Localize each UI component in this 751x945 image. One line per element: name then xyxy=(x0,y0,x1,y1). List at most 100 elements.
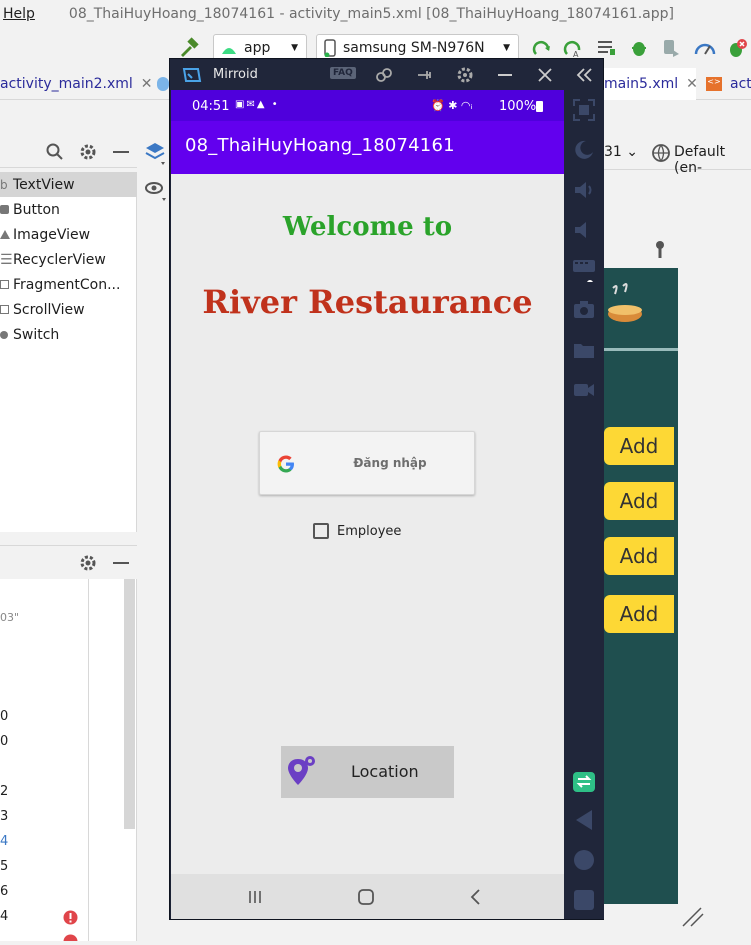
back-icon[interactable] xyxy=(469,888,483,906)
fullscreen-icon[interactable] xyxy=(572,98,596,122)
tab-activity-main5[interactable]: main5.xml ✕ xyxy=(604,68,698,100)
imageview-icon xyxy=(0,227,12,243)
build-hammer-icon[interactable] xyxy=(178,37,200,59)
palette-item-button[interactable]: Button xyxy=(0,197,137,222)
screenshot-camera-icon[interactable] xyxy=(572,298,596,322)
gear-icon[interactable] xyxy=(79,143,97,161)
android-home-icon[interactable] xyxy=(572,848,596,872)
device-label: samsung SM-N976N xyxy=(343,40,485,56)
debug-bug-icon[interactable] xyxy=(629,37,649,59)
palette-item-label: RecyclerView xyxy=(13,251,106,268)
run-config-label: app xyxy=(244,40,271,56)
tab-activity-main2[interactable]: activity_main2.xml ✕ xyxy=(0,68,153,100)
tab-activity[interactable]: <> act xyxy=(706,68,751,100)
locale-select[interactable]: Default (en- xyxy=(674,144,751,176)
android-icon xyxy=(222,48,236,54)
record-video-icon[interactable] xyxy=(572,378,596,402)
battery-icon xyxy=(536,101,543,112)
logcat-list-icon[interactable] xyxy=(597,39,617,57)
faq-button[interactable]: FAQ xyxy=(330,67,356,79)
attach-debugger-icon[interactable] xyxy=(661,38,681,58)
keyboard-icon[interactable] xyxy=(572,258,596,282)
gutter-number: 4 xyxy=(0,909,9,924)
scrollview-icon xyxy=(0,302,12,318)
gutter-number: 0 xyxy=(0,709,9,724)
phone-nav-bar xyxy=(171,874,564,919)
tab-hidden[interactable] xyxy=(157,68,169,100)
add-button-label: Add xyxy=(619,489,659,513)
gear-icon[interactable] xyxy=(79,554,97,572)
pin-icon[interactable] xyxy=(415,66,433,84)
link-icon[interactable] xyxy=(375,66,393,84)
resize-handle-icon[interactable] xyxy=(681,906,705,928)
palette-item-scrollview[interactable]: ScrollView xyxy=(0,297,137,322)
gutter-number: 6 xyxy=(0,884,9,899)
file-transfer-icon[interactable] xyxy=(572,768,596,792)
preview-divider xyxy=(604,348,678,351)
mirroid-logo-icon xyxy=(182,68,202,82)
palette-item-imageview[interactable]: ImageView xyxy=(0,222,137,247)
minimize-icon[interactable] xyxy=(113,562,129,564)
fragment-icon xyxy=(0,277,12,293)
add-button[interactable]: Add xyxy=(604,482,674,520)
palette-item-label: Switch xyxy=(13,326,60,343)
close-icon[interactable]: ✕ xyxy=(686,76,698,92)
palette-item-fragment[interactable]: FragmentCon... xyxy=(0,272,137,297)
menu-help[interactable]: Help xyxy=(3,6,35,22)
api-level-select[interactable]: 31 ⌄ xyxy=(604,144,638,160)
add-button[interactable]: Add xyxy=(604,595,674,633)
ide-title-bar: Help 08_ThaiHuyHoang_18074161 - activity… xyxy=(0,0,751,28)
palette-header xyxy=(0,136,137,168)
wrench-icon[interactable] xyxy=(652,240,668,260)
minimize-icon[interactable] xyxy=(113,151,129,153)
employee-checkbox[interactable]: Employee xyxy=(313,521,401,541)
switch-icon xyxy=(0,327,12,343)
stop-app-icon[interactable] xyxy=(726,37,748,59)
location-button[interactable]: Location xyxy=(281,746,454,798)
apply-changes-icon[interactable] xyxy=(532,38,552,58)
palette-item-switch[interactable]: Switch xyxy=(0,322,137,347)
volume-up-icon[interactable] xyxy=(572,178,596,202)
tree-scrollbar[interactable] xyxy=(124,579,135,829)
checkbox-box[interactable] xyxy=(313,523,329,539)
settings-gear-icon[interactable] xyxy=(456,66,474,84)
add-button-label: Add xyxy=(619,434,659,458)
sleep-moon-icon[interactable] xyxy=(572,138,596,162)
profiler-gauge-icon[interactable] xyxy=(694,38,716,58)
close-icon[interactable] xyxy=(537,67,553,83)
eye-visibility-icon[interactable] xyxy=(144,180,170,202)
mirroid-title: Mirroid xyxy=(213,67,258,82)
home-icon[interactable] xyxy=(357,888,375,906)
volume-down-icon[interactable] xyxy=(572,218,596,242)
minimize-icon[interactable] xyxy=(498,74,512,76)
add-button[interactable]: Add xyxy=(604,427,674,465)
palette-item-label: FragmentCon... xyxy=(13,276,121,293)
error-icon[interactable] xyxy=(63,934,78,941)
tab-label: act xyxy=(730,76,751,92)
google-signin-label: Đăng nhập xyxy=(353,456,427,470)
notification-icons: ▣✉▲ • xyxy=(235,99,280,110)
palette-item-textview[interactable]: b TextView xyxy=(0,172,137,197)
android-back-icon[interactable] xyxy=(572,808,596,832)
svg-text:A: A xyxy=(573,50,579,58)
palette-item-label: Button xyxy=(13,201,60,218)
file-icon xyxy=(157,77,169,91)
add-button-label: Add xyxy=(619,602,659,626)
collapse-sidebar-icon[interactable] xyxy=(575,67,593,83)
folder-icon[interactable] xyxy=(572,338,596,362)
location-pin-icon xyxy=(288,756,315,785)
add-button[interactable]: Add xyxy=(604,537,674,575)
error-icon[interactable] xyxy=(63,910,78,925)
search-icon[interactable] xyxy=(46,143,64,161)
recents-icon[interactable] xyxy=(247,889,263,905)
google-signin-button[interactable]: Đăng nhập xyxy=(259,431,475,495)
close-icon[interactable]: ✕ xyxy=(141,76,153,92)
gutter-number: 4 xyxy=(0,834,9,849)
button-icon xyxy=(0,202,12,218)
design-surface-layers-icon[interactable] xyxy=(144,140,168,166)
palette-item-recyclerview[interactable]: ☰ RecyclerView xyxy=(0,247,137,272)
food-bowl-icon xyxy=(608,283,642,322)
palette-list: b TextView Button ImageView ☰ RecyclerView… xyxy=(0,172,137,532)
android-recents-icon[interactable] xyxy=(572,888,596,912)
apply-code-changes-icon[interactable]: A xyxy=(563,38,583,58)
